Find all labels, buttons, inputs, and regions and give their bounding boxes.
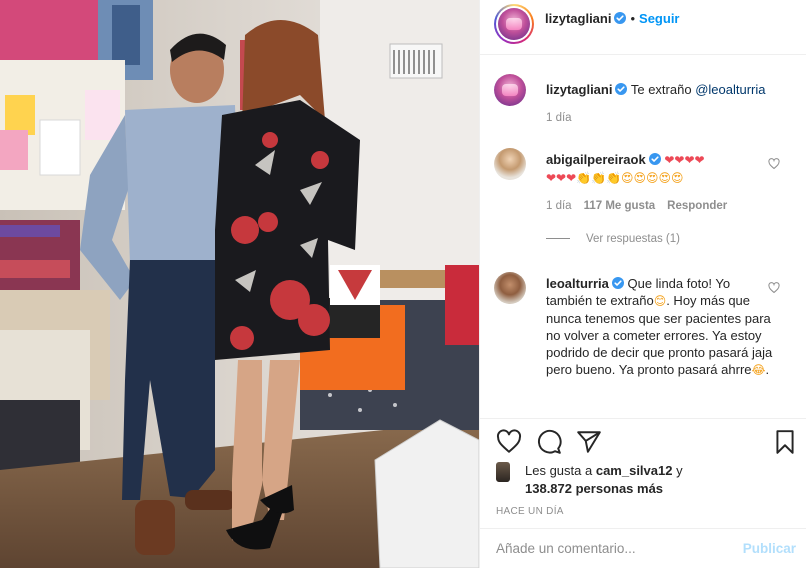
verified-badge-icon (611, 277, 624, 289)
post-photo-illustration (0, 0, 479, 568)
likes-summary: Les gusta a cam_silva12 y 138.872 person… (496, 461, 796, 501)
view-replies-button[interactable]: Ver respuestas (1) (546, 233, 680, 245)
comment-faces: 😍😍😍😍😍 (621, 171, 684, 185)
action-bar (480, 418, 806, 462)
verified-badge-icon (648, 153, 661, 165)
comments-list[interactable]: lizytagliani Te extraño @leoalturria 1 d… (480, 56, 806, 416)
heart-icon[interactable] (496, 429, 522, 455)
comment-input[interactable] (496, 541, 716, 556)
bookmark-icon[interactable] (772, 429, 798, 455)
caption-text: lizytagliani Te extraño @leoalturria (546, 81, 771, 98)
author-username[interactable]: lizytagliani (545, 11, 611, 26)
post-header: lizytagliani • Seguir (480, 0, 806, 55)
comment-icon[interactable] (536, 429, 562, 455)
likes-line: Les gusta a cam_silva12 y (525, 463, 683, 478)
caption-time: 1 día (546, 112, 572, 124)
smile-emoji: 😊 (653, 294, 667, 308)
share-icon[interactable] (576, 429, 602, 455)
likes-suffix: y (676, 463, 683, 478)
post-photo[interactable] (0, 0, 479, 568)
post-timestamp[interactable]: HACE UN DÍA (496, 506, 564, 517)
small-heart-icon[interactable] (768, 158, 780, 170)
caption: lizytagliani Te extraño @leoalturria 1 d… (494, 74, 794, 134)
comment-hearts-2: ❤❤❤ (546, 171, 577, 185)
comment-claps: 👏👏👏 (576, 171, 621, 185)
add-comment-bar: Publicar (480, 528, 806, 568)
comment-username[interactable]: leoalturria (546, 276, 609, 291)
verified-badge-icon (614, 12, 627, 24)
liker-username[interactable]: cam_silva12 (596, 463, 673, 478)
separator-dot: • (630, 11, 636, 26)
comment-avatar[interactable] (494, 148, 526, 180)
comment-time: 1 día (546, 200, 572, 212)
caption-avatar[interactable] (494, 74, 526, 106)
caption-username[interactable]: lizytagliani (546, 82, 612, 97)
post-sidebar: lizytagliani • Seguir lizytagliani Te extr… (479, 0, 806, 568)
likes-count[interactable]: 138.872 personas más (525, 481, 663, 496)
comment-meta: 1 día 117 Me gusta Responder (546, 200, 739, 212)
caption-body: Te extraño (630, 82, 692, 97)
comment-username[interactable]: abigailpereiraok (546, 152, 646, 167)
comment-item: abigailpereiraok ❤❤❤❤ ❤❤❤👏👏👏😍😍😍😍😍 1 día 1… (494, 148, 794, 258)
comment-hearts: ❤❤❤❤ (664, 153, 705, 167)
reply-button[interactable]: Responder (667, 200, 727, 212)
comment-text: abigailpereiraok ❤❤❤❤ ❤❤❤👏👏👏😍😍😍😍😍 (546, 151, 771, 187)
liker-avatar[interactable] (496, 462, 510, 482)
small-heart-icon[interactable] (768, 282, 780, 294)
follow-button[interactable]: Seguir (639, 11, 679, 26)
verified-badge-icon (615, 83, 628, 95)
comment-avatar[interactable] (494, 272, 526, 304)
author-avatar[interactable] (494, 4, 534, 44)
laugh-emoji: 😂 (751, 363, 766, 377)
comment-likes[interactable]: 117 Me gusta (584, 200, 656, 212)
likes-prefix: Les gusta a (525, 463, 593, 478)
caption-mention[interactable]: @leoalturria (695, 82, 765, 97)
comment-item: leoalturria Que linda foto! Yo también t… (494, 272, 794, 416)
comment-body-c: . (765, 362, 770, 377)
publish-button[interactable]: Publicar (743, 541, 796, 556)
comment-text: leoalturria Que linda foto! Yo también t… (546, 275, 776, 379)
author-line: lizytagliani • Seguir (545, 11, 680, 26)
